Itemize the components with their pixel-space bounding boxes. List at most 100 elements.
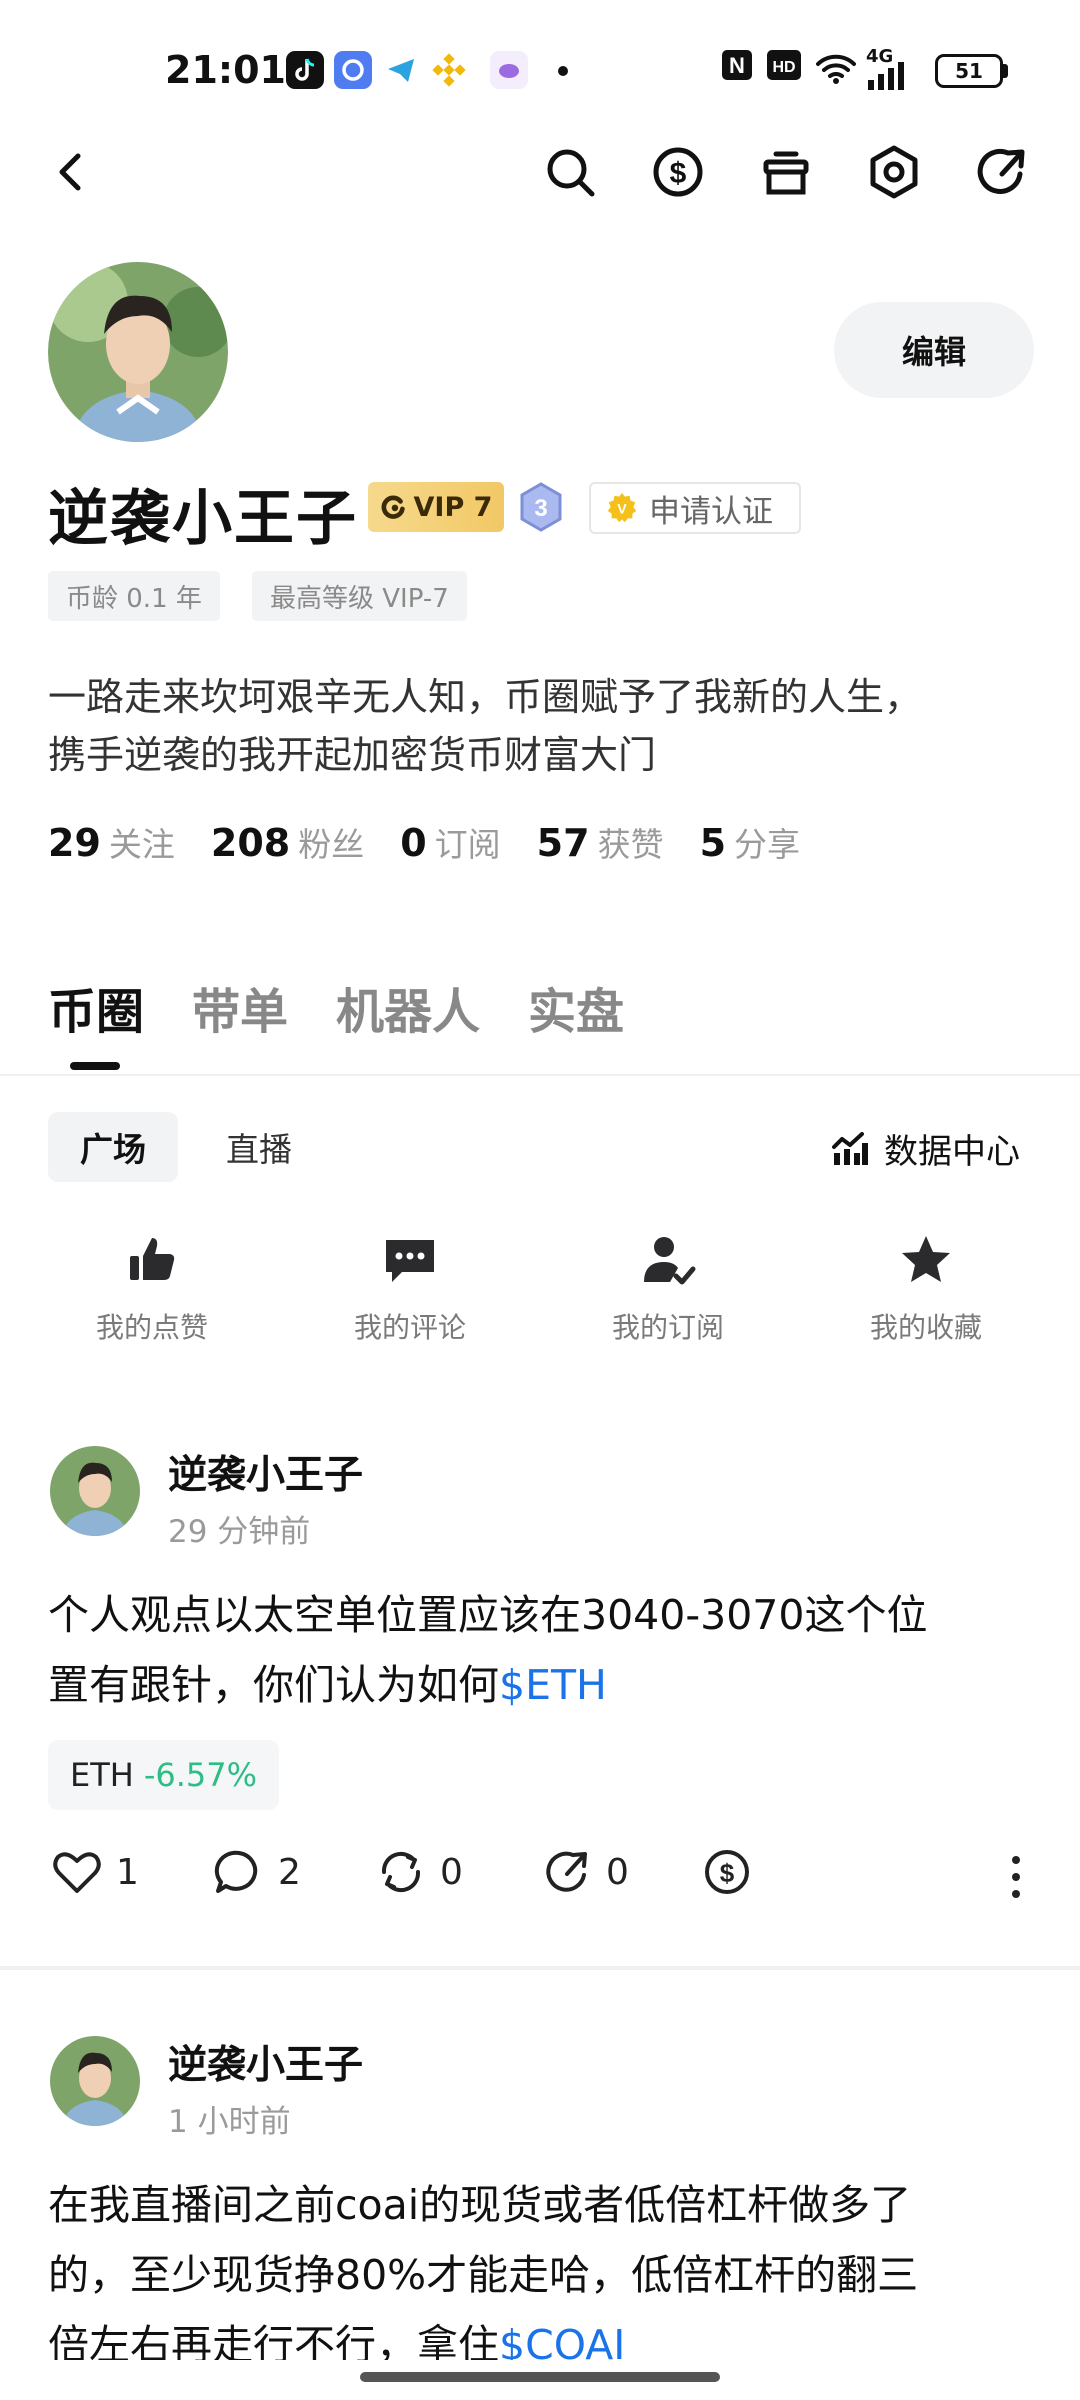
wifi-icon <box>814 50 858 93</box>
stat-number: 57 <box>536 821 590 865</box>
repost-button[interactable]: 0 <box>374 1845 463 1899</box>
gift-icon[interactable] <box>754 140 818 204</box>
post-avatar[interactable] <box>50 2036 140 2126</box>
tabs-divider <box>0 1074 1080 1076</box>
nfc-icon: N <box>720 48 754 89</box>
my-favorites-button[interactable]: 我的收藏 <box>836 1232 1016 1346</box>
post-author[interactable]: 逆袭小王子 <box>168 1444 363 1500</box>
edit-profile-button[interactable]: 编辑 <box>834 302 1034 398</box>
user-check-icon <box>644 1237 696 1285</box>
repost-icon <box>381 1851 421 1893</box>
post-line: 个人观点以太空单位置应该在3040-3070这个位 <box>48 1591 928 1639</box>
svg-text:$: $ <box>670 157 687 190</box>
svg-text:3: 3 <box>534 495 547 522</box>
stat-subscriptions[interactable]: 0 订阅 <box>400 818 500 866</box>
hd-icon: HD <box>766 48 802 89</box>
profile-stats: 29 关注 208 粉丝 0 订阅 57 获赞 5 分享 <box>48 818 836 866</box>
post-line: 倍左右再走行不行，拿住$COAI <box>48 2310 1038 2360</box>
settings-icon[interactable] <box>862 140 926 204</box>
stat-number: 208 <box>210 821 291 865</box>
coin-tag-link[interactable]: $ETH <box>499 1661 607 1709</box>
comment-bubble-icon <box>214 1850 258 1893</box>
tab-live-trading[interactable]: 实盘 <box>528 972 624 1042</box>
dollar-icon: $ <box>705 1850 749 1894</box>
post-content[interactable]: 在我直播间之前coai的现货或者低倍杠杆做多了 的，至少现货挣80%才能走哈，低… <box>48 2170 1038 2360</box>
battery-cap <box>1003 64 1008 78</box>
share-post-button[interactable]: 0 <box>540 1845 629 1899</box>
apply-verification-button[interactable]: V 申请认证 <box>589 482 801 534</box>
avatar[interactable] <box>48 262 228 442</box>
stat-label: 分享 <box>734 825 801 864</box>
my-likes-button[interactable]: 我的点赞 <box>62 1232 242 1346</box>
qa-label: 我的评论 <box>353 1311 466 1344</box>
qa-label: 我的收藏 <box>869 1311 982 1344</box>
chart-icon <box>832 1131 868 1165</box>
tab-bots[interactable]: 机器人 <box>336 972 480 1042</box>
stat-following[interactable]: 29 关注 <box>48 818 175 866</box>
ticker-chip[interactable]: ETH -6.57% <box>48 1740 280 1810</box>
svg-text:HD: HD <box>772 59 795 76</box>
post-author[interactable]: 逆袭小王子 <box>168 2034 363 2090</box>
qa-label: 我的点赞 <box>95 1311 208 1344</box>
post-time: 1 小时前 <box>168 2104 291 2140</box>
comment-count: 2 <box>278 1851 301 1893</box>
telegram-icon <box>382 51 420 89</box>
comment-button[interactable]: 2 <box>212 1845 301 1899</box>
tab-copy-trading[interactable]: 带单 <box>192 972 288 1042</box>
qa-label: 我的订阅 <box>611 1311 724 1344</box>
binance-icon <box>430 51 468 89</box>
stat-followers[interactable]: 208 粉丝 <box>211 818 364 866</box>
tip-button[interactable]: $ <box>700 1845 754 1899</box>
vip-label: VIP 7 <box>413 491 493 523</box>
data-center-button[interactable]: 数据中心 <box>830 1124 1020 1173</box>
post-content[interactable]: 个人观点以太空单位置应该在3040-3070这个位 置有跟针，你们认为如何$ET… <box>48 1580 1038 1720</box>
stat-likes[interactable]: 57 获赞 <box>537 818 664 866</box>
bio-line: 携手逆袭的我开起加密货币财富大门 <box>48 733 657 777</box>
stat-label: 粉丝 <box>298 825 365 864</box>
stat-number: 0 <box>400 821 427 865</box>
profile-name: 逆袭小王子 <box>48 484 358 554</box>
ticker-change: -6.57% <box>143 1756 258 1794</box>
app-icon <box>490 51 528 89</box>
highest-level-tag: 最高等级 VIP-7 <box>252 571 467 621</box>
stat-number: 5 <box>699 821 727 865</box>
subtab-live[interactable]: 直播 <box>196 1112 322 1182</box>
bio-line: 一路走来坎坷艰辛无人知，币圈赋予了我新的人生， <box>48 675 923 719</box>
svg-text:V: V <box>617 502 627 518</box>
search-icon[interactable] <box>538 140 602 204</box>
active-tab-indicator <box>70 1062 120 1070</box>
heart-icon <box>53 1852 101 1893</box>
stat-label: 订阅 <box>434 825 501 864</box>
star-icon <box>902 1236 950 1282</box>
share-count: 0 <box>606 1851 629 1893</box>
status-time: 21:01 <box>165 48 286 92</box>
comment-icon <box>386 1240 434 1282</box>
like-button[interactable]: 1 <box>50 1845 139 1899</box>
ticker-symbol: ETH <box>70 1756 134 1794</box>
share-icon[interactable] <box>970 140 1034 204</box>
my-comments-button[interactable]: 我的评论 <box>320 1232 500 1346</box>
stat-label: 获赞 <box>597 825 664 864</box>
data-center-label: 数据中心 <box>884 1132 1020 1172</box>
stat-label: 关注 <box>108 825 175 864</box>
my-subscriptions-button[interactable]: 我的订阅 <box>578 1232 758 1346</box>
stat-shares[interactable]: 5 分享 <box>700 818 800 866</box>
post-avatar[interactable] <box>50 1446 140 1536</box>
dollar-icon[interactable]: $ <box>646 140 710 204</box>
post-line: 的，至少现货挣80%才能走哈，低倍杠杆的翻三 <box>48 2251 919 2299</box>
verified-v-icon: V <box>607 492 637 523</box>
svg-text:$: $ <box>720 1858 735 1888</box>
coin-age-tag: 币龄 0.1 年 <box>48 571 220 621</box>
svg-text:N: N <box>729 53 745 78</box>
level-badge[interactable]: 3 <box>518 482 564 532</box>
back-arrow-icon[interactable] <box>40 140 104 204</box>
like-count: 1 <box>116 1851 139 1893</box>
battery-indicator: 51 <box>935 54 1003 88</box>
tab-coin-circle[interactable]: 币圈 <box>48 972 144 1042</box>
more-options-icon[interactable] <box>1006 1852 1026 1902</box>
coin-tag-link[interactable]: $COAI <box>499 2321 625 2360</box>
post-line: 在我直播间之前coai的现货或者低倍杠杆做多了 <box>48 2181 912 2229</box>
subtab-square[interactable]: 广场 <box>48 1112 178 1182</box>
home-indicator[interactable] <box>360 2372 720 2382</box>
vip-badge[interactable]: VIP 7 <box>368 482 504 532</box>
